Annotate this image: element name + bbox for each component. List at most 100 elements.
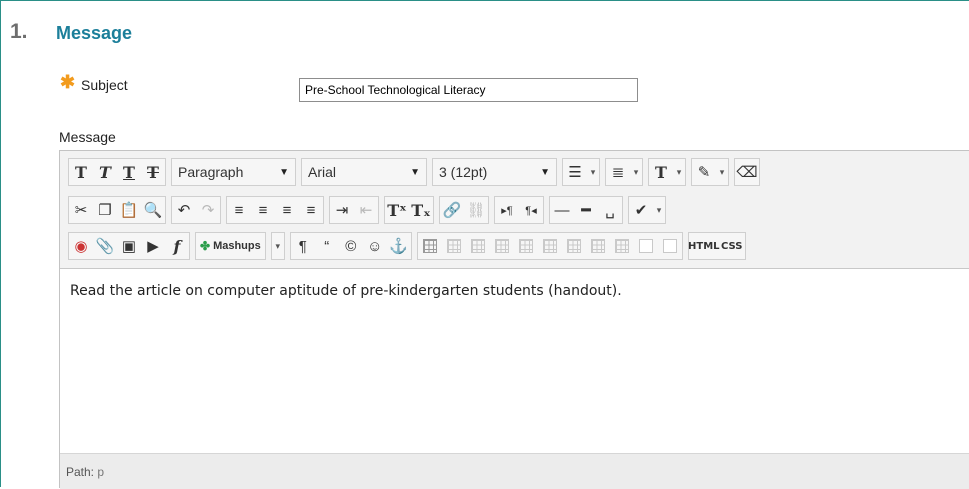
font-size-select[interactable]: 3 (12pt) ▼ xyxy=(432,158,557,186)
mashups-dropdown-group: ▾ xyxy=(270,232,285,260)
insert-col-before-icon[interactable] xyxy=(562,233,586,259)
quote-icon[interactable]: “ xyxy=(315,233,339,259)
mashups-icon: ✤ xyxy=(200,239,211,253)
subscript-icon[interactable]: Tₓ xyxy=(409,197,433,223)
direction-group: ▸¶ ¶◂ xyxy=(494,196,544,224)
strikethrough-icon[interactable]: T xyxy=(141,159,165,185)
underline-icon[interactable]: T xyxy=(117,159,141,185)
merge-cells-icon[interactable] xyxy=(658,233,682,259)
font-size-value: 3 (12pt) xyxy=(439,164,488,180)
rtl-paragraph-icon[interactable]: ¶◂ xyxy=(519,197,543,223)
outdent-icon[interactable]: ⇤ xyxy=(354,197,378,223)
table-row-props-icon[interactable] xyxy=(442,233,466,259)
link-icon[interactable]: 🔗 xyxy=(440,197,464,223)
insert-row-after-icon[interactable] xyxy=(514,233,538,259)
bullet-list-group: ☰ ▾ xyxy=(562,158,600,186)
table-cell-props-icon[interactable] xyxy=(466,233,490,259)
css-button[interactable]: CSS xyxy=(719,233,745,259)
thick-rule-icon[interactable]: ━ xyxy=(574,197,598,223)
paragraph-format-value: Paragraph xyxy=(178,164,244,180)
editor-content[interactable]: Read the article on computer aptitude of… xyxy=(60,269,969,453)
indent-group: ⇥ ⇤ xyxy=(329,196,379,224)
chevron-down-icon[interactable]: ▾ xyxy=(630,167,642,178)
font-family-select[interactable]: Arial ▼ xyxy=(301,158,427,186)
superscript-icon[interactable]: Tˣ xyxy=(385,197,409,223)
section-title: Message xyxy=(56,23,133,43)
font-family-value: Arial xyxy=(308,164,337,180)
redo-icon[interactable]: ↷ xyxy=(196,197,220,223)
math-formula-icon[interactable]: f xyxy=(165,233,189,259)
insert-char-group: ¶ “ © ☺ ⚓ xyxy=(289,232,412,260)
subject-label: Subject xyxy=(81,77,128,93)
emoticon-icon[interactable]: ☺ xyxy=(363,233,387,259)
text-color-icon[interactable]: T xyxy=(649,159,673,185)
rich-text-editor: T T T T Paragraph ▼ Arial ▼ 3 (12pt) ▼ ☰… xyxy=(59,150,969,489)
undo-icon[interactable]: ↶ xyxy=(172,197,196,223)
chevron-down-icon: ▼ xyxy=(410,166,420,178)
split-cells-icon[interactable] xyxy=(634,233,658,259)
unlink-icon[interactable]: ⛓ xyxy=(464,197,488,223)
highlight-group: ✎ ▾ xyxy=(691,158,729,186)
eraser-group: ⌫ xyxy=(734,158,760,186)
attachment-icon[interactable]: 📎 xyxy=(93,233,117,259)
highlighter-icon[interactable]: ✎ xyxy=(692,159,716,185)
subject-input[interactable] xyxy=(299,78,638,102)
toolbar-row-1: T T T T Paragraph ▼ Arial ▼ 3 (12pt) ▼ ☰… xyxy=(68,158,765,186)
link-group: 🔗 ⛓ xyxy=(439,196,489,224)
insert-table-icon[interactable] xyxy=(418,233,442,259)
editor-path-bar: Path: p xyxy=(60,453,969,489)
mashups-label: Mashups xyxy=(213,240,261,252)
copy-icon[interactable]: ❐ xyxy=(93,197,117,223)
chevron-down-icon[interactable]: ▾ xyxy=(653,205,665,216)
numbered-list-group: ≣ ▾ xyxy=(605,158,643,186)
chevron-down-icon: ▼ xyxy=(540,166,550,178)
italic-icon[interactable]: T xyxy=(93,159,117,185)
image-icon[interactable]: ▣ xyxy=(117,233,141,259)
source-group: HTML CSS xyxy=(687,232,746,260)
paragraph-format-select[interactable]: Paragraph ▼ xyxy=(171,158,296,186)
align-left-icon[interactable]: ≡ xyxy=(227,197,251,223)
nonbreaking-space-icon[interactable]: ␣ xyxy=(598,197,622,223)
chevron-down-icon[interactable]: ▾ xyxy=(272,241,284,252)
video-icon[interactable]: ▶ xyxy=(141,233,165,259)
bold-icon[interactable]: T xyxy=(69,159,93,185)
eraser-icon[interactable]: ⌫ xyxy=(735,159,759,185)
align-center-icon[interactable]: ≡ xyxy=(251,197,275,223)
insert-media-group: ◉ 📎 ▣ ▶ f xyxy=(68,232,190,260)
mashups-select[interactable]: ✤ Mashups xyxy=(195,232,266,260)
delete-row-icon[interactable] xyxy=(538,233,562,259)
anchor-icon[interactable]: ⚓ xyxy=(387,233,411,259)
chevron-down-icon[interactable]: ▾ xyxy=(716,167,728,178)
insert-col-after-icon[interactable] xyxy=(586,233,610,259)
paste-icon[interactable]: 📋 xyxy=(117,197,141,223)
numbered-list-icon[interactable]: ≣ xyxy=(606,159,630,185)
spellcheck-icon[interactable]: ✔ xyxy=(629,197,653,223)
copyright-icon[interactable]: © xyxy=(339,233,363,259)
step-number: 1. xyxy=(10,20,28,43)
path-value[interactable]: p xyxy=(97,465,104,479)
path-label: Path: xyxy=(66,465,95,479)
table-group xyxy=(416,232,683,260)
cut-icon[interactable]: ✂ xyxy=(69,197,93,223)
align-justify-icon[interactable]: ≡ xyxy=(299,197,323,223)
align-right-icon[interactable]: ≡ xyxy=(275,197,299,223)
rule-group: — ━ ␣ xyxy=(549,196,623,224)
ltr-paragraph-icon[interactable]: ▸¶ xyxy=(495,197,519,223)
find-icon[interactable]: 🔍 xyxy=(141,197,165,223)
horizontal-rule-icon[interactable]: — xyxy=(550,197,574,223)
html-source-button[interactable]: HTML xyxy=(688,233,720,259)
toolbar-row-3: ◉ 📎 ▣ ▶ f ✤ Mashups ▾ ¶ “ © ☺ ⚓ HTML CSS xyxy=(68,232,751,260)
clipboard-group: ✂ ❐ 📋 🔍 xyxy=(68,196,166,224)
indent-icon[interactable]: ⇥ xyxy=(330,197,354,223)
chevron-down-icon[interactable]: ▾ xyxy=(673,167,685,178)
bullet-list-icon[interactable]: ☰ xyxy=(563,159,587,185)
history-group: ↶ ↷ xyxy=(171,196,221,224)
insert-row-before-icon[interactable] xyxy=(490,233,514,259)
script-group: Tˣ Tₓ xyxy=(384,196,434,224)
paragraph-mark-icon[interactable]: ¶ xyxy=(291,233,315,259)
record-icon[interactable]: ◉ xyxy=(69,233,93,259)
delete-col-icon[interactable] xyxy=(610,233,634,259)
chevron-down-icon: ▼ xyxy=(279,166,289,178)
required-icon: ✱ xyxy=(60,72,76,92)
chevron-down-icon[interactable]: ▾ xyxy=(587,167,599,178)
